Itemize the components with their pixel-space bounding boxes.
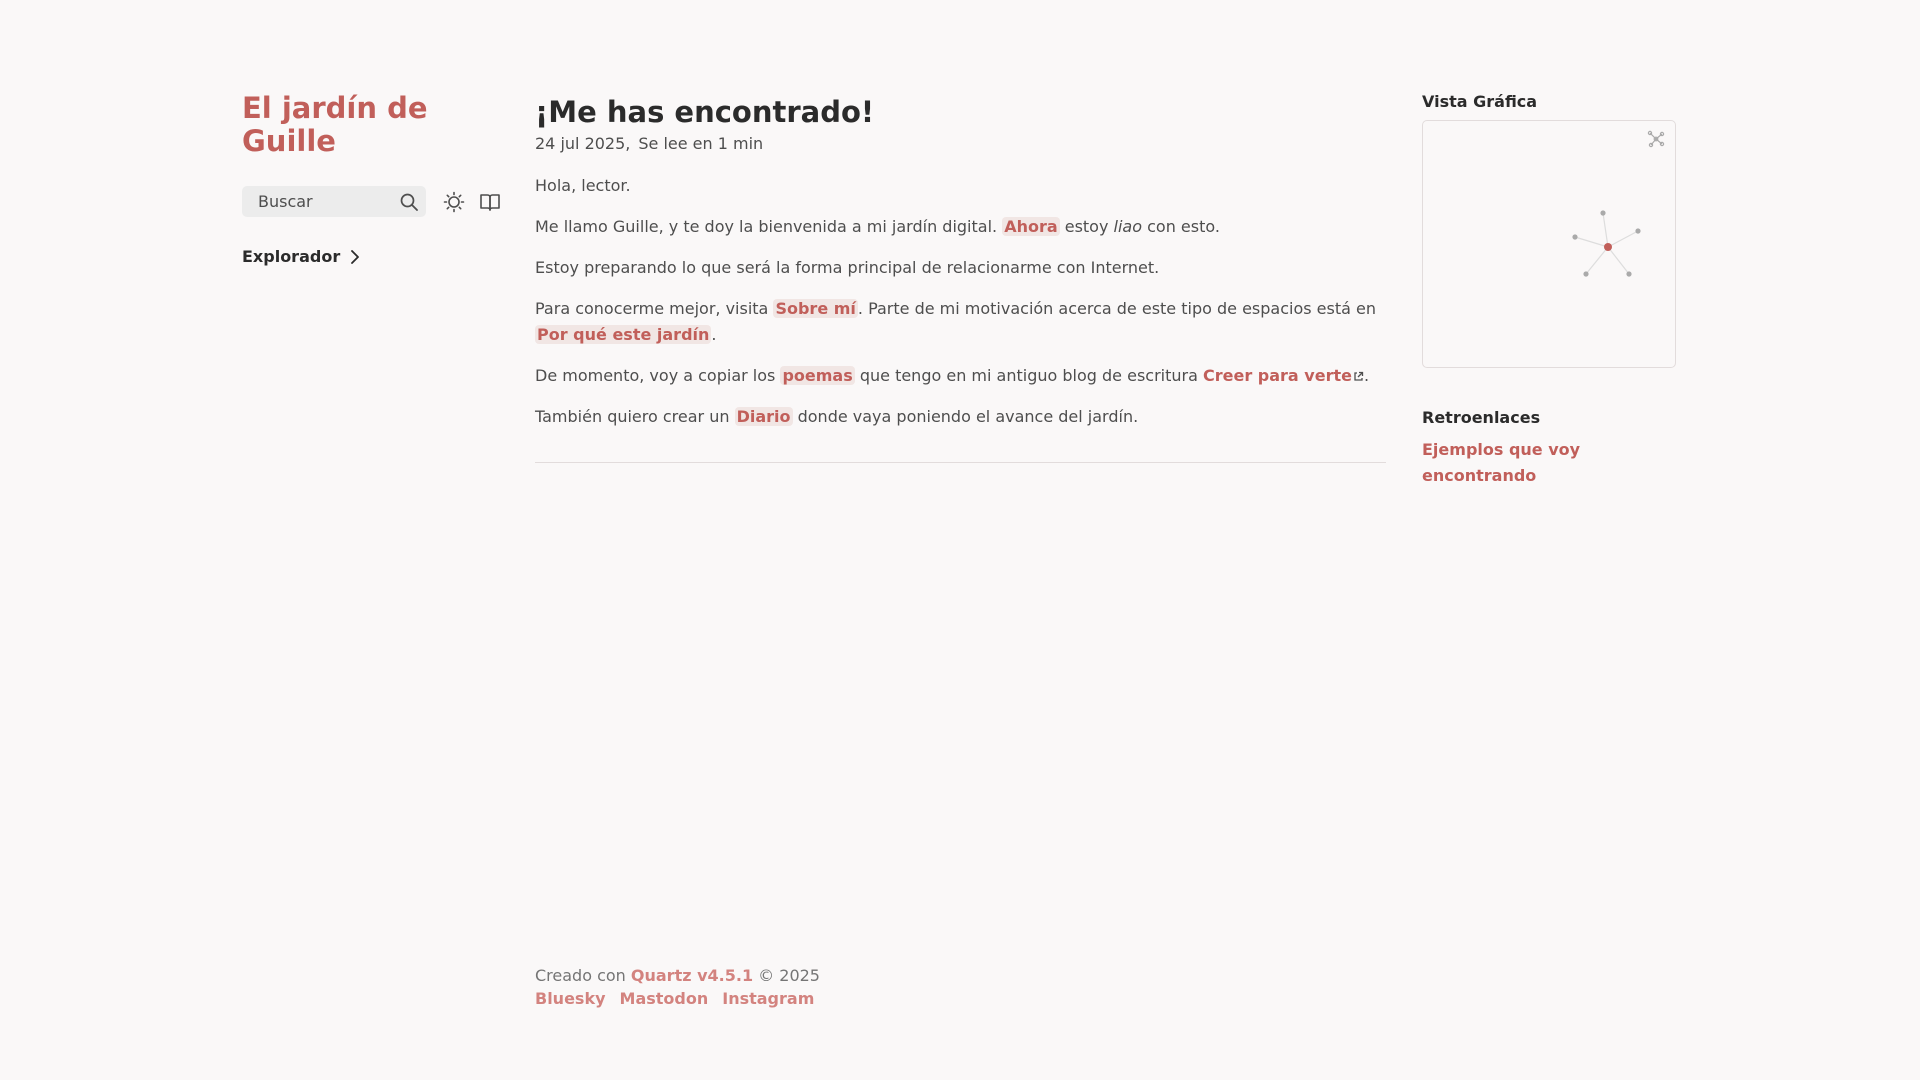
paragraph-1: Hola, lector. (535, 176, 631, 195)
text: . (1363, 366, 1370, 385)
reader-mode-button[interactable] (478, 190, 502, 214)
theme-toggle-button[interactable] (442, 190, 466, 214)
graph-node-current[interactable] (1604, 243, 1612, 251)
explorer-toggle[interactable]: Explorador (242, 247, 502, 266)
text: Para conocerme mejor, visita (535, 299, 774, 318)
graph-node[interactable] (1635, 228, 1641, 234)
footer-created-text: Creado con (535, 966, 631, 985)
graph-node[interactable] (1626, 271, 1632, 277)
page: El jardín de Guille Buscar Explorador ¡M… (0, 0, 1920, 1080)
global-graph-icon[interactable] (1647, 130, 1665, 148)
graph-view[interactable] (1422, 120, 1676, 368)
footer-link-bluesky[interactable]: Bluesky (535, 989, 606, 1008)
reading-time: Se lee en 1 min (638, 134, 764, 153)
explorer-label: Explorador (242, 247, 341, 266)
search-button[interactable]: Buscar (242, 186, 426, 217)
article-meta: 24 jul 2025, Se lee en 1 min (535, 134, 1386, 153)
graph-node[interactable] (1583, 271, 1589, 277)
graph-node[interactable] (1600, 210, 1606, 216)
search-label: Buscar (258, 192, 313, 211)
article-date: 24 jul 2025, (535, 134, 631, 153)
graph-node[interactable] (1572, 234, 1578, 240)
footer-links: Bluesky Mastodon Instagram (535, 989, 828, 1008)
link-diario[interactable]: Diario (734, 407, 793, 426)
graph-heading: Vista Gráfica (1422, 92, 1538, 111)
sidebar-controls: Buscar (242, 186, 502, 217)
paragraph-4: Para conocerme mejor, visita Sobre mí. P… (535, 296, 1386, 348)
emphasis: liao (1113, 217, 1143, 236)
article-title: ¡Me has encontrado! (535, 95, 875, 129)
link-ahora[interactable]: Ahora (1002, 217, 1060, 236)
site-title[interactable]: El jardín de Guille (242, 92, 452, 158)
footer: Creado con Quartz v4.5.1 © 2025 Bluesky M… (535, 966, 828, 1008)
backlinks-heading: Retroenlaces (1422, 408, 1541, 427)
paragraph-2: Me llamo Guille, y te doy la bienvenida … (535, 214, 1386, 240)
right-sidebar: Vista Gráfica Retroenlaces Ejemplos que … (1422, 92, 1678, 489)
paragraph-6: También quiero crear un Diario donde vay… (535, 404, 1386, 430)
search-icon (400, 193, 418, 211)
backlink-item[interactable]: Ejemplos que voy encontrando (1422, 437, 1622, 489)
sun-icon (443, 191, 465, 212)
quartz-link[interactable]: Quartz v4.5.1 (631, 966, 753, 985)
footer-link-instagram[interactable]: Instagram (722, 989, 814, 1008)
text: con esto. (1142, 217, 1220, 236)
paragraph-3: Estoy preparando lo que será la forma pr… (535, 258, 1160, 277)
external-link-label: Creer para verte (1202, 366, 1352, 385)
footer-copyright: © 2025 (753, 966, 820, 985)
text: estoy (1059, 217, 1114, 236)
footer-credit: Creado con Quartz v4.5.1 © 2025 (535, 966, 828, 985)
chevron-right-icon (351, 249, 360, 264)
graph-canvas[interactable] (1423, 121, 1677, 369)
article-body: Hola, lector. Me llamo Guille, y te doy … (535, 173, 1386, 430)
text: Me llamo Guille, y te doy la bienvenida … (535, 217, 1003, 236)
main-content: ¡Me has encontrado! 24 jul 2025, Se lee e… (535, 92, 1386, 463)
text: De momento, voy a copiar los (535, 366, 781, 385)
backlinks-section: Retroenlaces Ejemplos que voy encontrand… (1422, 408, 1678, 489)
left-sidebar: El jardín de Guille Buscar Explorador (242, 92, 502, 266)
footer-link-mastodon[interactable]: Mastodon (620, 989, 709, 1008)
link-sobre-mi[interactable]: Sobre mí (773, 299, 858, 318)
text: que tengo en mi antiguo blog de escritur… (854, 366, 1203, 385)
text: También quiero crear un (535, 407, 735, 426)
text: . (711, 325, 717, 344)
text: . Parte de mi motivación acerca de este … (857, 299, 1376, 318)
external-link-icon (1354, 371, 1364, 381)
content-divider (535, 462, 1386, 463)
external-link-creer-para-verte[interactable]: Creer para verte (1203, 366, 1364, 385)
link-poemas[interactable]: poemas (780, 366, 855, 385)
link-por-que-este-jardin[interactable]: Por qué este jardín (535, 325, 712, 344)
book-icon (480, 193, 500, 211)
paragraph-5: De momento, voy a copiar los poemas que … (535, 363, 1386, 389)
text: donde vaya poniendo el avance del jardín… (792, 407, 1139, 426)
